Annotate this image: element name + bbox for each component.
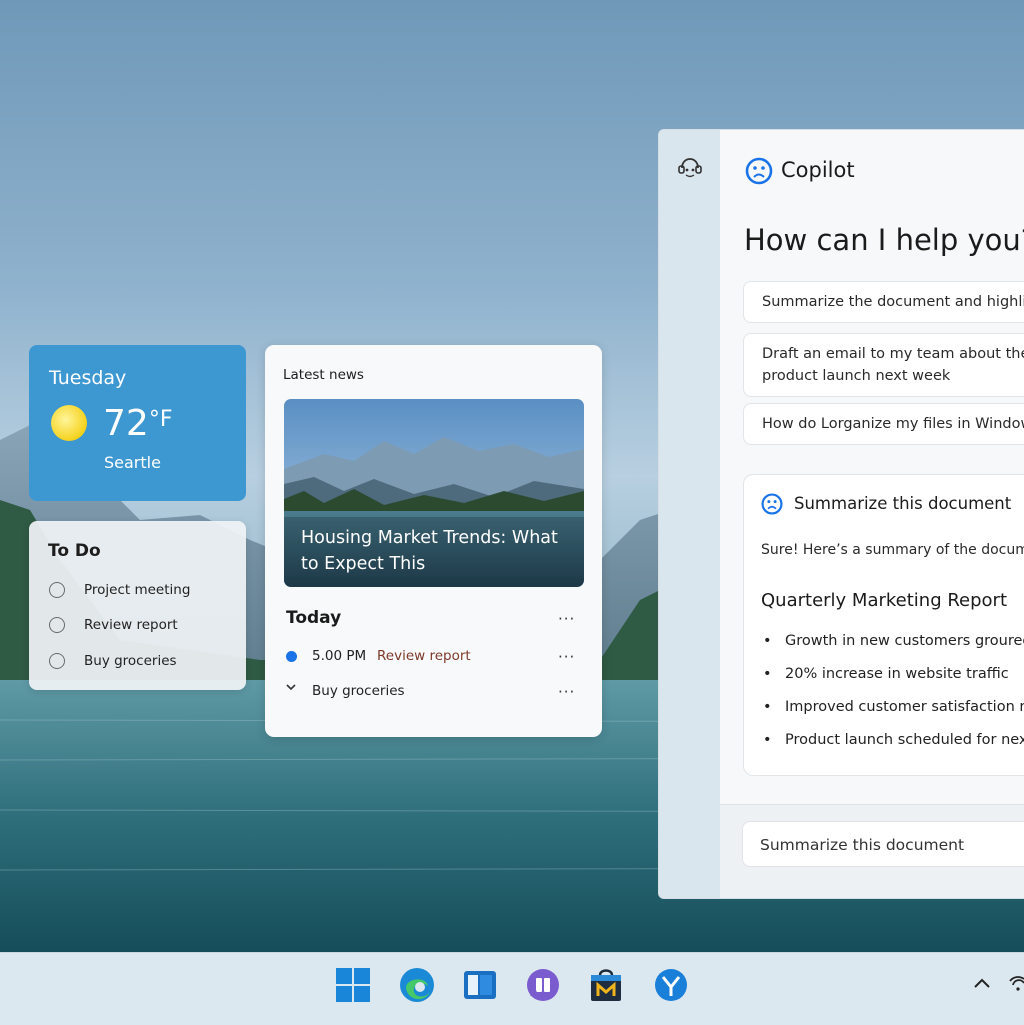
summary-bullet-text: Growth in new customers groured [785, 633, 1024, 649]
chevron-up-icon[interactable] [972, 973, 992, 997]
copilot-app-icon[interactable] [524, 966, 562, 1004]
summary-bullet: • 20% increase in website traffic [763, 666, 1009, 682]
summary-bullet: • Product launch scheduled for nextr [763, 732, 1024, 748]
copilot-panel: Copilot How can I help you? Summarize th… [658, 129, 1024, 899]
todo-title: To Do [48, 541, 101, 561]
checkbox-circle-icon[interactable] [49, 617, 65, 633]
checkbox-circle-icon[interactable] [49, 582, 65, 598]
copilot-prompt-input[interactable]: Summarize this document [742, 821, 1024, 867]
summary-bullet-text: Product launch scheduled for nextr [785, 732, 1024, 748]
news-widget: Latest news Housing Market Trends: What … [265, 345, 602, 737]
windows-start-icon[interactable] [334, 966, 372, 1004]
summary-bullet: • Growth in new customers groured [763, 633, 1024, 649]
suggestion-chip[interactable]: Draft an email to my team about the n pr… [743, 333, 1024, 397]
event-title[interactable]: Review report [377, 648, 471, 664]
weather-city: Seartle [104, 453, 161, 472]
response-intro: Sure! Here’s a summary of the docum [761, 542, 1024, 558]
todo-item[interactable]: Review report [49, 614, 178, 636]
response-title: Summarize this document [794, 494, 1012, 513]
copilot-side-rail [659, 130, 720, 898]
temperature-unit: °F [148, 407, 173, 432]
sun-icon [51, 405, 87, 441]
more-options-icon[interactable]: ··· [558, 648, 575, 666]
copilot-title: Copilot [781, 158, 855, 182]
suggestion-line: Draft an email to my team about the n [762, 346, 1024, 362]
summary-bullet-text: Improved customer satisfaction ra [785, 699, 1024, 715]
weather-widget[interactable]: Tuesday 72°F Seartle [29, 345, 246, 501]
copilot-response-card: Summarize this document Sure! Here’s a s… [743, 474, 1024, 776]
wifi-icon[interactable] [1008, 973, 1024, 997]
suggestion-chip[interactable]: Summarize the document and highlig [743, 281, 1024, 323]
news-label: Latest news [283, 367, 364, 383]
event-time: 5.00 PM [312, 648, 367, 664]
microsoft-store-icon[interactable] [587, 966, 625, 1004]
today-label: Today [286, 608, 342, 628]
news-article-card[interactable]: Housing Market Trends: What to Expect Th… [284, 399, 584, 587]
copilot-heading: How can I help you? [744, 223, 1024, 257]
todo-widget: To Do Project meeting Review report Buy … [29, 521, 246, 690]
weather-temperature: 72°F [103, 403, 172, 444]
yammer-icon[interactable] [652, 966, 690, 1004]
more-options-icon[interactable]: ··· [558, 610, 575, 628]
todo-item-label: Review report [84, 617, 178, 633]
edge-browser-icon[interactable] [398, 966, 436, 1004]
checkbox-circle-icon[interactable] [49, 653, 65, 669]
chevron-down-icon[interactable] [285, 681, 297, 697]
todo-item[interactable]: Buy groceries [49, 650, 177, 672]
copilot-logo-icon [745, 157, 773, 189]
event-dot-icon [286, 651, 297, 662]
copilot-logo-icon [761, 493, 783, 519]
file-explorer-icon[interactable] [461, 966, 499, 1004]
chat-bot-icon[interactable] [677, 156, 703, 184]
taskbar [0, 952, 1024, 1025]
more-options-icon[interactable]: ··· [558, 683, 575, 701]
todo-item-label: Buy groceries [84, 653, 177, 669]
temperature-value: 72 [103, 403, 149, 444]
suggestion-line: product launch next week [762, 368, 951, 384]
todo-item[interactable]: Project meeting [49, 579, 190, 601]
report-title: Quarterly Marketing Report [761, 590, 1008, 611]
copilot-main: Copilot How can I help you? Summarize th… [720, 130, 1024, 898]
copilot-input-area: Summarize this document [720, 804, 1024, 898]
summary-bullet-text: 20% increase in website traffic [785, 666, 1009, 682]
news-headline[interactable]: Housing Market Trends: What to Expect Th… [301, 525, 571, 577]
todo-item-label: Project meeting [84, 582, 191, 598]
weather-day: Tuesday [49, 367, 127, 389]
suggestion-chip[interactable]: How do Lorganize my files in Window [743, 403, 1024, 445]
agenda-item-label: Buy groceries [312, 683, 405, 699]
summary-bullet: • Improved customer satisfaction ra [763, 699, 1024, 715]
